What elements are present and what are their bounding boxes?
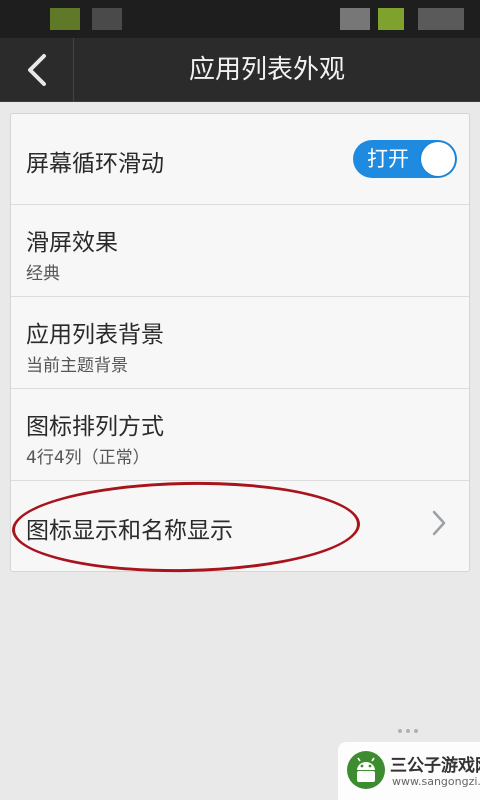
action-bar: 应用列表外观 bbox=[0, 38, 480, 102]
chevron-right-icon bbox=[432, 510, 446, 536]
setting-value: 当前主题背景 bbox=[26, 356, 128, 376]
setting-value: 4行4列（正常） bbox=[26, 448, 150, 468]
android-logo-icon bbox=[347, 751, 385, 789]
status-blur bbox=[92, 8, 122, 30]
setting-icon-arrangement[interactable]: 图标排列方式 4行4列（正常） bbox=[11, 389, 469, 481]
toggle-knob bbox=[421, 142, 455, 176]
chevron-left-icon bbox=[27, 54, 46, 86]
setting-title: 图标显示和名称显示 bbox=[26, 518, 233, 544]
watermark-name: 三公子游戏网 bbox=[390, 756, 480, 776]
status-bar bbox=[0, 0, 480, 38]
settings-card: 屏幕循环滑动 打开 滑屏效果 经典 应用列表背景 当前主题背景 图标排列方式 4… bbox=[10, 113, 470, 572]
watermark: 三公子游戏网 www.sangongzi.net bbox=[338, 742, 480, 800]
watermark-url: www.sangongzi.net bbox=[392, 775, 480, 788]
watermark-mark bbox=[396, 724, 420, 741]
page-title: 应用列表外观 bbox=[188, 55, 345, 85]
setting-title: 图标排列方式 bbox=[26, 414, 164, 440]
status-blur bbox=[340, 8, 370, 30]
back-button[interactable] bbox=[0, 38, 74, 102]
setting-icon-name-display[interactable]: 图标显示和名称显示 bbox=[11, 481, 469, 571]
setting-screen-loop[interactable]: 屏幕循环滑动 打开 bbox=[11, 114, 469, 205]
setting-title: 应用列表背景 bbox=[26, 322, 164, 348]
toggle-label: 打开 bbox=[367, 147, 409, 171]
status-blur bbox=[418, 8, 464, 30]
status-blur bbox=[50, 8, 80, 30]
screen-loop-toggle[interactable]: 打开 bbox=[353, 140, 457, 178]
status-blur bbox=[378, 8, 404, 30]
setting-value: 经典 bbox=[26, 264, 60, 284]
setting-title: 滑屏效果 bbox=[26, 230, 118, 256]
setting-app-list-background[interactable]: 应用列表背景 当前主题背景 bbox=[11, 297, 469, 389]
setting-slide-effect[interactable]: 滑屏效果 经典 bbox=[11, 205, 469, 297]
setting-title: 屏幕循环滑动 bbox=[26, 151, 164, 177]
